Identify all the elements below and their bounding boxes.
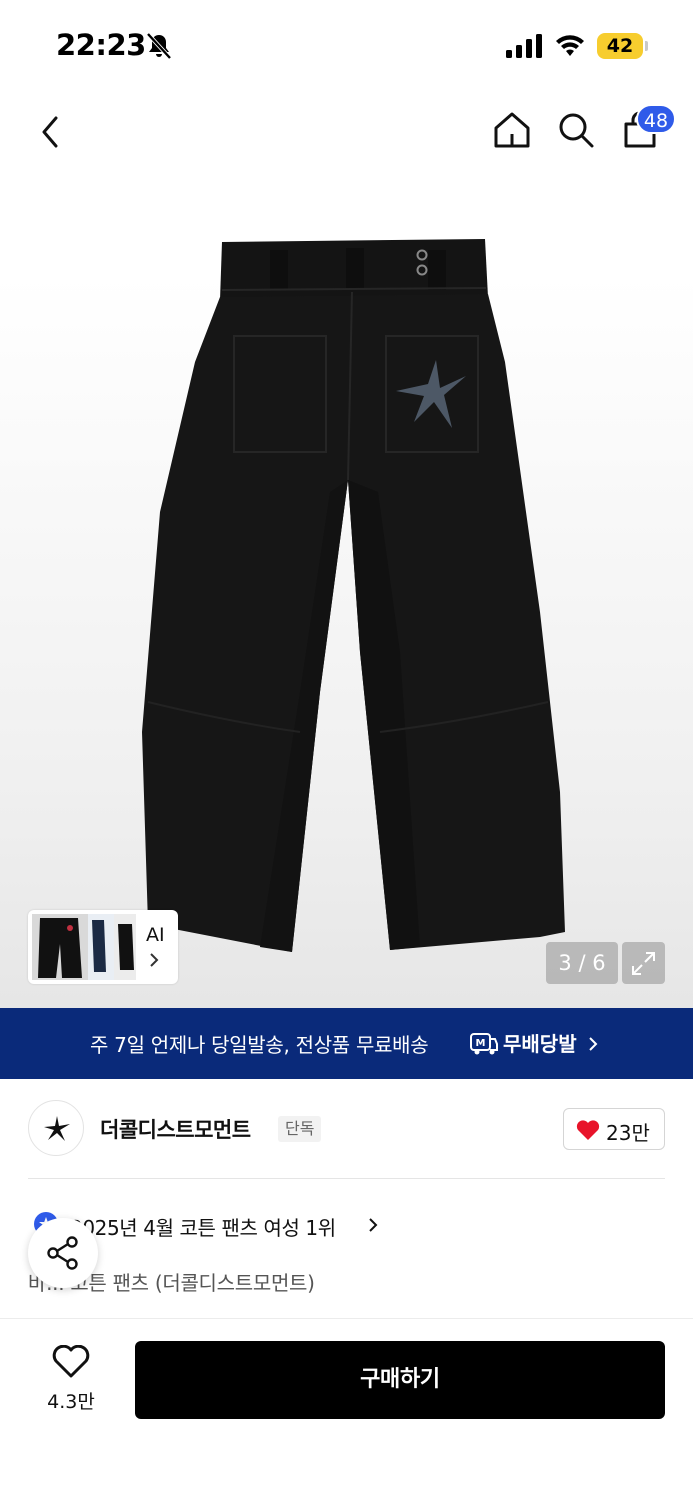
- promo-badge-label: 무배당발: [503, 1032, 577, 1056]
- divider: [28, 1178, 665, 1179]
- expand-button[interactable]: [622, 942, 665, 984]
- delivery-truck-icon: M: [470, 1033, 498, 1055]
- cellular-signal-icon: [506, 34, 542, 58]
- image-page-counter: 3 / 6: [546, 942, 618, 984]
- home-icon[interactable]: [492, 110, 532, 150]
- thumbnail-image: [32, 914, 136, 980]
- promo-text: 주 7일 언제나 당일발송, 전상품 무료배송: [90, 1033, 429, 1057]
- status-time: 22:23: [56, 28, 146, 62]
- expand-icon: [632, 952, 655, 975]
- delivery-badge-letter: M: [476, 1038, 486, 1049]
- brand-name[interactable]: 더콜디스트모먼트: [100, 1114, 251, 1144]
- bell-muted-icon: [146, 32, 172, 60]
- wifi-icon: [556, 35, 584, 56]
- bottom-action-bar: 4.3만 구매하기: [0, 1318, 693, 1500]
- product-image-black-pants: [142, 239, 565, 952]
- search-icon[interactable]: [556, 110, 596, 150]
- starfish-logo-icon: [44, 1116, 70, 1141]
- chevron-right-icon: [369, 1218, 378, 1232]
- status-bar: 22:23 42: [0, 0, 693, 92]
- ranking-link[interactable]: 2025년 4월 코튼 팬츠 여성 1위: [70, 1212, 336, 1241]
- brand-like-count: 23만: [606, 1121, 650, 1145]
- battery-indicator: 42: [597, 33, 643, 59]
- heart-outline-icon[interactable]: [52, 1345, 90, 1379]
- delivery-promo-banner[interactable]: 주 7일 언제나 당일발송, 전상품 무료배송 M 무배당발: [0, 1008, 693, 1079]
- brand-like-button[interactable]: 23만: [563, 1108, 665, 1150]
- ai-label: AI: [146, 924, 165, 946]
- exclusive-tag: 단독: [278, 1116, 322, 1142]
- battery-cap: [645, 41, 648, 51]
- buy-button[interactable]: 구매하기: [135, 1341, 665, 1419]
- thumbnail-preview[interactable]: AI: [28, 910, 178, 984]
- chevron-right-icon: [150, 953, 159, 967]
- share-button[interactable]: [28, 1218, 98, 1288]
- product-gallery[interactable]: [0, 92, 693, 1008]
- heart-filled-icon: [576, 1120, 600, 1140]
- cart-count-badge[interactable]: 48: [636, 104, 676, 134]
- share-icon: [47, 1236, 78, 1270]
- chevron-right-icon: [589, 1037, 598, 1051]
- brand-logo[interactable]: [28, 1100, 84, 1156]
- wishlist-count: 4.3만: [47, 1391, 95, 1413]
- back-arrow-icon[interactable]: [36, 112, 66, 152]
